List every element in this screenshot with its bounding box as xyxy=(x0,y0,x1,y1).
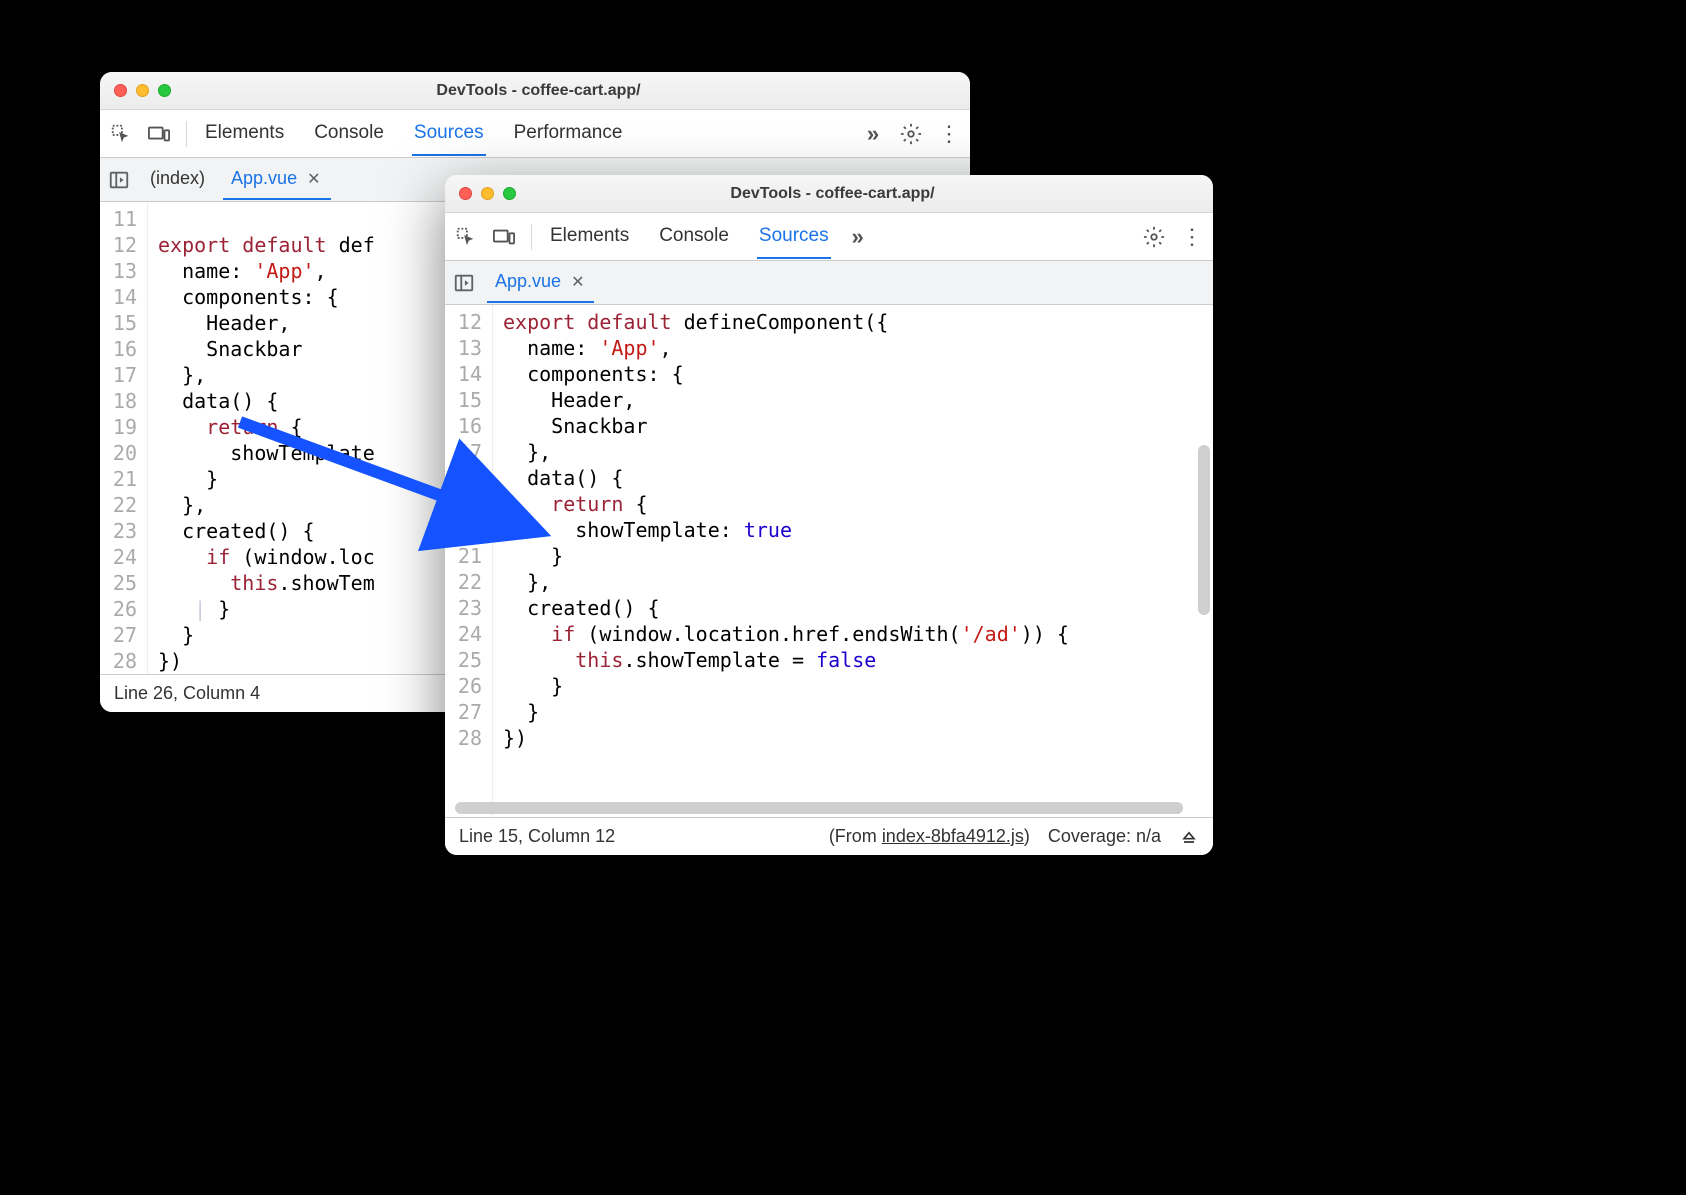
kebab-menu-icon[interactable]: ⋮ xyxy=(938,123,960,145)
file-tab-appvue[interactable]: App.vue ✕ xyxy=(487,262,594,303)
navigator-toggle-icon[interactable] xyxy=(106,167,132,193)
file-tab-label: App.vue xyxy=(495,271,561,292)
file-tab-label: (index) xyxy=(150,168,205,189)
titlebar[interactable]: DevTools - coffee-cart.app/ xyxy=(100,72,970,110)
gear-icon[interactable] xyxy=(1143,226,1165,248)
line-gutter: 111213141516171819202122232425262728 xyxy=(100,202,148,674)
tab-sources[interactable]: Sources xyxy=(757,215,831,259)
panel-tabs: Elements Console Sources Performance xyxy=(203,112,846,156)
panel-tabs: Elements Console Sources xyxy=(548,215,831,259)
titlebar[interactable]: DevTools - coffee-cart.app/ xyxy=(445,175,1213,213)
window-title: DevTools - coffee-cart.app/ xyxy=(121,82,956,100)
code-editor[interactable]: 1213141516171819202122232425262728 expor… xyxy=(445,305,1213,817)
tab-console[interactable]: Console xyxy=(312,112,386,156)
main-toolbar: Elements Console Sources Performance » ⋮ xyxy=(100,110,970,158)
devtools-window-front: DevTools - coffee-cart.app/ Elements Con… xyxy=(445,175,1213,855)
cursor-position: Line 15, Column 12 xyxy=(459,826,615,847)
device-toggle-icon[interactable] xyxy=(148,123,170,145)
source-map-from: (From index-8bfa4912.js) xyxy=(829,826,1030,847)
source-map-link[interactable]: index-8bfa4912.js xyxy=(882,826,1024,846)
separator xyxy=(186,121,187,147)
code-content[interactable]: export default defineComponent({ name: '… xyxy=(493,305,1213,817)
eject-icon[interactable] xyxy=(1179,827,1199,847)
status-bar: Line 15, Column 12 (From index-8bfa4912.… xyxy=(445,817,1213,855)
vertical-scrollbar[interactable] xyxy=(1198,445,1210,615)
separator xyxy=(531,224,532,250)
tab-console[interactable]: Console xyxy=(657,215,731,259)
navigator-toggle-icon[interactable] xyxy=(451,270,477,296)
cursor-position: Line 26, Column 4 xyxy=(114,683,260,704)
close-icon[interactable]: ✕ xyxy=(305,169,322,189)
file-tab-index[interactable]: (index) xyxy=(142,159,213,200)
window-title: DevTools - coffee-cart.app/ xyxy=(466,185,1199,203)
kebab-menu-icon[interactable]: ⋮ xyxy=(1181,226,1203,248)
more-tabs-icon[interactable]: » xyxy=(847,226,869,248)
file-tabs: App.vue ✕ xyxy=(445,261,1213,305)
gear-icon[interactable] xyxy=(900,123,922,145)
main-toolbar: Elements Console Sources » ⋮ xyxy=(445,213,1213,261)
inspect-icon[interactable] xyxy=(455,226,477,248)
tab-elements[interactable]: Elements xyxy=(548,215,631,259)
inspect-icon[interactable] xyxy=(110,123,132,145)
line-gutter: 1213141516171819202122232425262728 xyxy=(445,305,493,817)
file-tab-label: App.vue xyxy=(231,168,297,189)
horizontal-scrollbar[interactable] xyxy=(455,802,1183,814)
tab-performance[interactable]: Performance xyxy=(512,112,625,156)
close-icon[interactable]: ✕ xyxy=(569,272,586,292)
file-tab-appvue[interactable]: App.vue ✕ xyxy=(223,159,330,200)
coverage-status: Coverage: n/a xyxy=(1048,826,1161,847)
more-tabs-icon[interactable]: » xyxy=(862,123,884,145)
tab-sources[interactable]: Sources xyxy=(412,112,486,156)
device-toggle-icon[interactable] xyxy=(493,226,515,248)
tab-elements[interactable]: Elements xyxy=(203,112,286,156)
